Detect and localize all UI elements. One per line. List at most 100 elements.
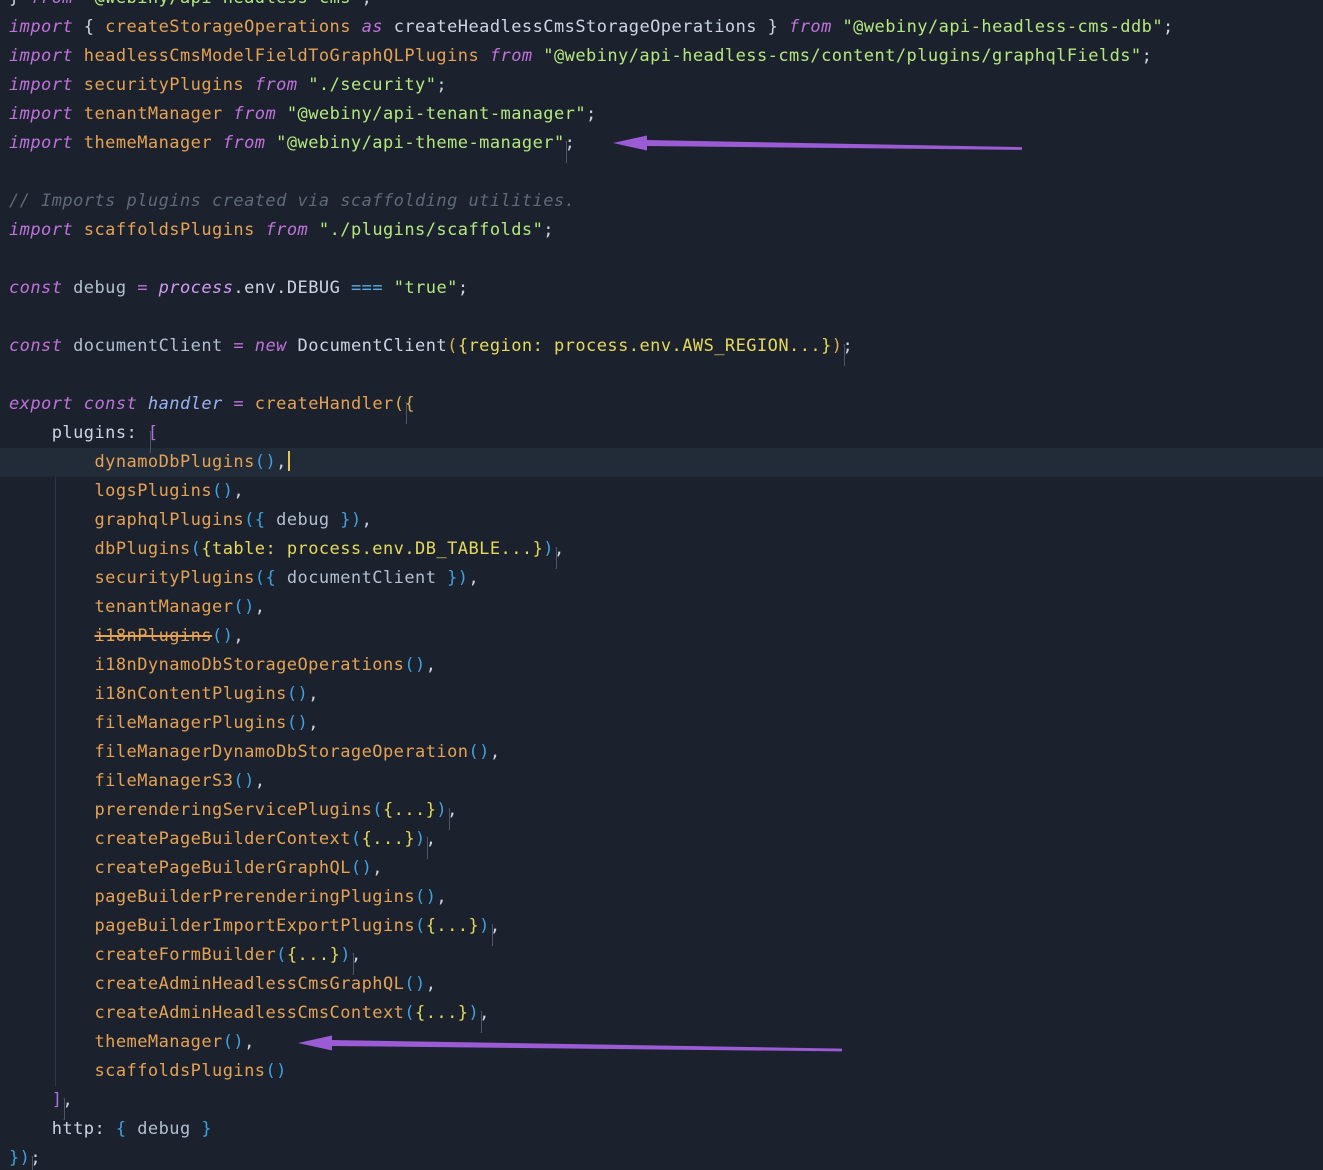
code-line-14[interactable]: export const handler = createHandler({ <box>9 390 1319 419</box>
code-token: dynamoDbPlugins <box>94 452 254 472</box>
code-token: .env.DEBUG <box>233 278 351 298</box>
code-line-24[interactable]: i18nContentPlugins(), <box>9 680 1319 709</box>
code-line-4[interactable]: import tenantManager from "@webiny/api-t… <box>9 100 1319 129</box>
code-line-30[interactable]: createPageBuilderGraphQL(), <box>9 854 1319 883</box>
code-line-39[interactable]: http: { debug } <box>9 1115 1319 1144</box>
code-line-6[interactable] <box>9 158 1319 187</box>
code-line-33[interactable]: createFormBuilder({...}), <box>9 941 1319 970</box>
code-token: {...} <box>383 800 436 820</box>
code-token: ({ <box>244 510 265 530</box>
code-line-1[interactable]: import { createStorageOperations as crea… <box>9 13 1319 42</box>
code-token: logsPlugins <box>94 481 212 501</box>
code-line-10[interactable]: const debug = process.env.DEBUG === "tru… <box>9 274 1319 303</box>
code-token <box>212 133 223 153</box>
code-token <box>9 713 94 733</box>
code-token: createHeadlessCmsStorageOperations <box>394 17 757 37</box>
code-token: , <box>372 858 383 878</box>
code-token: "@webiny/api-theme-manager" <box>276 133 565 153</box>
code-line-8[interactable]: import scaffoldsPlugins from "./plugins/… <box>9 216 1319 245</box>
fold-marker-icon[interactable] <box>491 924 493 946</box>
code-token <box>73 75 84 95</box>
code-token: from <box>490 46 533 66</box>
code-token: () <box>404 655 425 675</box>
code-token <box>9 945 94 965</box>
code-token: ) <box>436 800 447 820</box>
code-token <box>330 510 341 530</box>
fold-marker-icon[interactable] <box>448 808 450 830</box>
code-token <box>298 75 309 95</box>
code-line-28[interactable]: prerenderingServicePlugins({...}), <box>9 796 1319 825</box>
code-line-19[interactable]: dbPlugins({table: process.env.DB_TABLE..… <box>9 535 1319 564</box>
code-line-25[interactable]: fileManagerPlugins(), <box>9 709 1319 738</box>
code-token: } <box>201 1119 212 1139</box>
code-line-20[interactable]: securityPlugins({ documentClient }), <box>9 564 1319 593</box>
code-line-34[interactable]: createAdminHeadlessCmsGraphQL(), <box>9 970 1319 999</box>
code-token: fileManagerS3 <box>94 771 233 791</box>
code-token: ( <box>276 945 287 965</box>
code-token: "./plugins/scaffolds" <box>319 220 543 240</box>
code-token <box>9 510 94 530</box>
code-line-3[interactable]: import securityPlugins from "./security"… <box>9 71 1319 100</box>
code-line-2[interactable]: import headlessCmsModelFieldToGraphQLPlu… <box>9 42 1319 71</box>
code-line-22[interactable]: i18nPlugins(), <box>9 622 1319 651</box>
code-line-18[interactable]: graphqlPlugins({ debug }), <box>9 506 1319 535</box>
code-line-40[interactable]: }); <box>9 1144 1319 1170</box>
code-line-29[interactable]: createPageBuilderContext({...}), <box>9 825 1319 854</box>
code-token: ; <box>436 75 447 95</box>
fold-marker-icon[interactable] <box>405 402 407 424</box>
code-line-9[interactable] <box>9 245 1319 274</box>
code-token: , <box>468 568 479 588</box>
code-line-0[interactable]: } from "@webiny/api-headless-cms"; <box>9 0 1319 13</box>
fold-marker-icon[interactable] <box>843 344 845 366</box>
code-token: {...} <box>287 945 340 965</box>
code-token: import <box>9 17 73 37</box>
code-token: = <box>233 336 244 356</box>
code-token: import <box>9 104 73 124</box>
arrow-to-theme-manager-import <box>613 134 1023 158</box>
code-token <box>191 1119 202 1139</box>
code-token: , <box>233 626 244 646</box>
fold-marker-icon[interactable] <box>480 1011 482 1033</box>
code-token: () <box>233 597 254 617</box>
code-token: debug <box>137 1119 190 1139</box>
code-token: themeManager <box>94 1032 222 1052</box>
code-line-31[interactable]: pageBuilderPrerenderingPlugins(), <box>9 883 1319 912</box>
code-area[interactable]: } from "@webiny/api-headless-cms";import… <box>9 0 1319 1170</box>
code-line-15[interactable]: plugins: [ <box>9 419 1319 448</box>
code-token <box>148 278 159 298</box>
code-token: i18nDynamoDbStorageOperations <box>94 655 404 675</box>
code-line-17[interactable]: logsPlugins(), <box>9 477 1319 506</box>
code-line-12[interactable]: const documentClient = new DocumentClien… <box>9 332 1319 361</box>
code-token: ) <box>415 829 426 849</box>
code-token: () <box>233 771 254 791</box>
code-token: () <box>255 452 276 472</box>
fold-marker-icon[interactable] <box>555 547 557 569</box>
fold-marker-icon[interactable] <box>63 1098 65 1120</box>
code-token: i18nPlugins <box>94 626 212 646</box>
code-token <box>383 17 394 37</box>
code-token <box>9 1032 94 1052</box>
code-line-38[interactable]: ], <box>9 1086 1319 1115</box>
code-token: from <box>255 75 298 95</box>
fold-marker-icon[interactable] <box>31 1156 33 1170</box>
code-token: }) <box>340 510 361 530</box>
code-token: from <box>789 17 832 37</box>
code-line-7[interactable]: // Imports plugins created via scaffoldi… <box>9 187 1319 216</box>
fold-marker-icon[interactable] <box>149 431 151 453</box>
code-token: () <box>265 1061 286 1081</box>
code-line-11[interactable] <box>9 303 1319 332</box>
code-line-13[interactable] <box>9 361 1319 390</box>
fold-marker-icon[interactable] <box>352 953 354 975</box>
code-line-current[interactable]: dynamoDbPlugins(), <box>9 448 1319 477</box>
code-line-37[interactable]: scaffoldsPlugins() <box>9 1057 1319 1086</box>
code-line-21[interactable]: tenantManager(), <box>9 593 1319 622</box>
code-line-35[interactable]: createAdminHeadlessCmsContext({...}), <box>9 999 1319 1028</box>
code-line-27[interactable]: fileManagerS3(), <box>9 767 1319 796</box>
code-token: debug <box>276 510 329 530</box>
code-line-23[interactable]: i18nDynamoDbStorageOperations(), <box>9 651 1319 680</box>
code-token: documentClient <box>287 568 437 588</box>
code-line-32[interactable]: pageBuilderImportExportPlugins({...}), <box>9 912 1319 941</box>
code-token: createAdminHeadlessCmsGraphQL <box>94 974 404 994</box>
code-line-26[interactable]: fileManagerDynamoDbStorageOperation(), <box>9 738 1319 767</box>
code-token: {region: process.env.AWS_REGION...} <box>458 336 832 356</box>
